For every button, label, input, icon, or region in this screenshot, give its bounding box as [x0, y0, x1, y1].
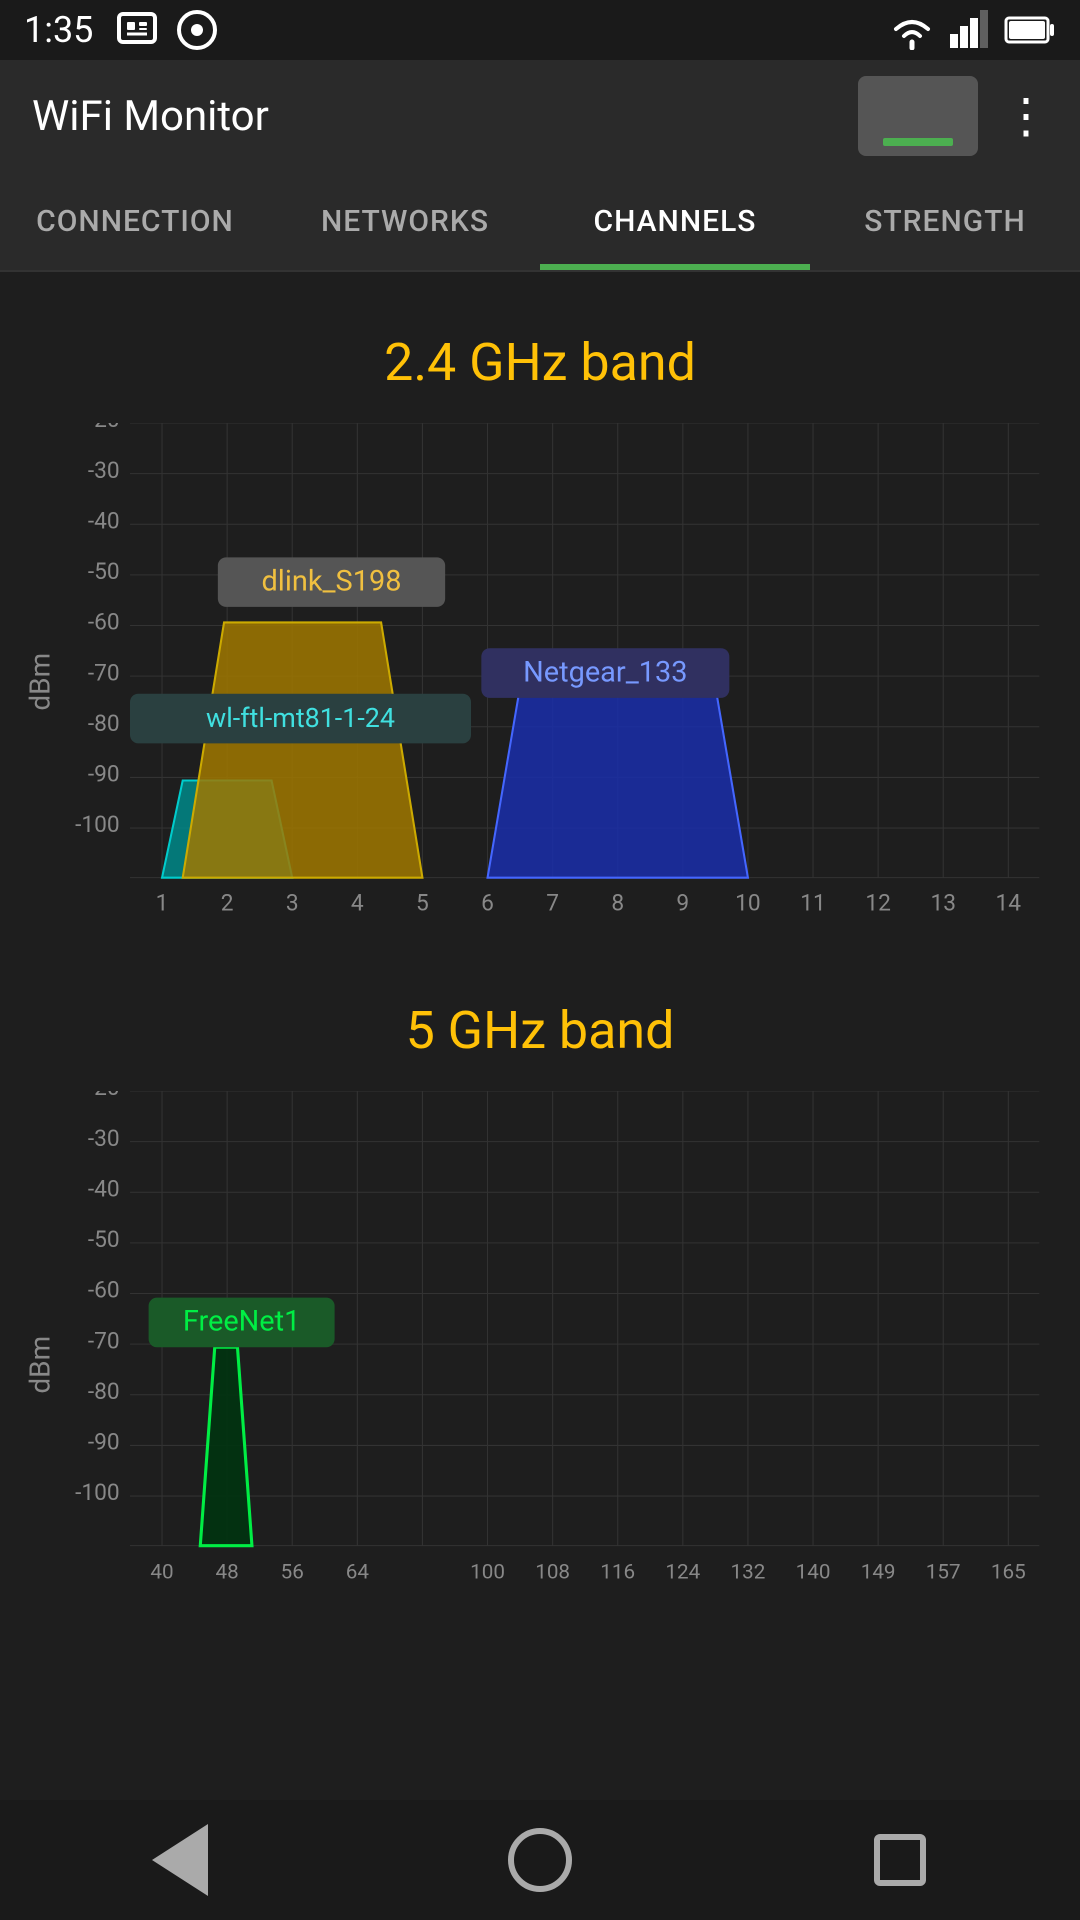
- notification-icon: [113, 6, 161, 54]
- svg-text:-40: -40: [88, 1175, 120, 1202]
- svg-text:7: 7: [546, 890, 559, 917]
- svg-text:11: 11: [800, 890, 826, 917]
- band-5-title: 5 GHz band: [0, 980, 1080, 1091]
- svg-text:13: 13: [930, 890, 956, 917]
- band-5-section: 5 GHz band dBm: [0, 980, 1080, 1639]
- tab-connection[interactable]: CONNECTION: [0, 172, 270, 270]
- svg-text:8: 8: [611, 890, 624, 917]
- svg-text:124: 124: [665, 1560, 700, 1584]
- status-left-icons: [113, 6, 221, 54]
- svg-text:-60: -60: [88, 1276, 120, 1303]
- svg-text:165: 165: [991, 1560, 1026, 1584]
- app-icon-2: [173, 6, 221, 54]
- svg-text:-100: -100: [75, 811, 120, 838]
- svg-text:-90: -90: [88, 761, 120, 788]
- app-title: WiFi Monitor: [32, 92, 269, 141]
- status-right-icons: [888, 10, 1056, 50]
- app-bar-actions: ⋮: [858, 76, 1048, 156]
- freenet1-label: FreeNet1: [183, 1304, 301, 1338]
- svg-text:64: 64: [346, 1560, 370, 1584]
- band-5-y-label: dBm: [20, 1091, 60, 1639]
- app-bar: WiFi Monitor ⋮: [0, 60, 1080, 172]
- bottom-nav: [0, 1800, 1080, 1920]
- svg-text:116: 116: [600, 1560, 635, 1584]
- svg-text:-100: -100: [75, 1479, 120, 1506]
- status-bar: 1:35: [0, 0, 1080, 60]
- svg-text:108: 108: [535, 1560, 570, 1584]
- home-icon: [508, 1828, 572, 1892]
- band-24-y-label: dBm: [20, 423, 60, 940]
- band-24-svg: -20 -30 -40 -50 -60 -70 -80 -90 -100: [68, 423, 1060, 940]
- svg-text:-50: -50: [88, 1226, 120, 1253]
- svg-text:-80: -80: [88, 710, 120, 737]
- svg-text:10: 10: [735, 890, 761, 917]
- svg-text:14: 14: [996, 890, 1022, 917]
- back-icon: [152, 1824, 208, 1896]
- svg-text:56: 56: [281, 1560, 304, 1584]
- status-time: 1:35: [24, 9, 93, 51]
- svg-text:5: 5: [416, 890, 429, 917]
- tab-bar: CONNECTION NETWORKS CHANNELS STRENGTH: [0, 172, 1080, 272]
- band-24-chart-wrapper: dBm -20: [0, 423, 1080, 940]
- signal-icon: [948, 10, 992, 50]
- netgear-label: Netgear_133: [523, 655, 687, 689]
- band-5-chart-wrapper: dBm -20: [0, 1091, 1080, 1639]
- svg-text:9: 9: [676, 890, 689, 917]
- svg-text:4: 4: [351, 890, 364, 917]
- svg-text:149: 149: [861, 1560, 896, 1584]
- svg-text:132: 132: [731, 1560, 766, 1584]
- screenshot-btn-indicator: [883, 138, 953, 146]
- svg-text:-20: -20: [88, 1091, 120, 1101]
- svg-text:157: 157: [926, 1560, 961, 1584]
- screenshot-button[interactable]: [858, 76, 978, 156]
- nav-recent-button[interactable]: [860, 1820, 940, 1900]
- svg-text:3: 3: [286, 890, 299, 917]
- nav-back-button[interactable]: [140, 1820, 220, 1900]
- band-5-svg: -20 -30 -40 -50 -60 -70 -80 -90 -100: [68, 1091, 1060, 1639]
- svg-text:140: 140: [796, 1560, 831, 1584]
- svg-text:48: 48: [216, 1560, 239, 1584]
- svg-text:-60: -60: [88, 609, 120, 636]
- svg-text:100: 100: [470, 1560, 505, 1584]
- band-24-title: 2.4 GHz band: [0, 312, 1080, 423]
- svg-text:-40: -40: [88, 507, 120, 534]
- svg-text:-30: -30: [88, 1124, 120, 1151]
- tab-networks[interactable]: NETWORKS: [270, 172, 540, 270]
- svg-text:2: 2: [221, 890, 234, 917]
- band-5-chart: -20 -30 -40 -50 -60 -70 -80 -90 -100: [68, 1091, 1060, 1639]
- wl-label: wl-ftl-mt81-1-24: [206, 702, 395, 734]
- svg-text:1: 1: [156, 890, 169, 917]
- recent-icon: [874, 1834, 926, 1886]
- band-24-chart: -20 -30 -40 -50 -60 -70 -80 -90 -100: [68, 423, 1060, 940]
- svg-text:-80: -80: [88, 1378, 120, 1405]
- tab-strength[interactable]: STRENGTH: [810, 172, 1080, 270]
- svg-text:-70: -70: [88, 659, 120, 686]
- svg-text:-90: -90: [88, 1428, 120, 1455]
- wifi-status-icon: [888, 10, 936, 50]
- tab-channels[interactable]: CHANNELS: [540, 172, 810, 270]
- battery-icon: [1004, 12, 1056, 48]
- svg-text:6: 6: [481, 890, 494, 917]
- spacer: [0, 1678, 1080, 1798]
- svg-text:-30: -30: [88, 457, 120, 484]
- main-content: 2.4 GHz band dBm: [0, 272, 1080, 1818]
- nav-home-button[interactable]: [500, 1820, 580, 1900]
- svg-text:12: 12: [865, 890, 891, 917]
- svg-text:-50: -50: [88, 558, 120, 585]
- dlink-label: dlink_S198: [262, 564, 402, 598]
- svg-text:-20: -20: [88, 423, 120, 433]
- band-24-section: 2.4 GHz band dBm: [0, 312, 1080, 940]
- svg-text:40: 40: [150, 1560, 173, 1584]
- svg-text:-70: -70: [88, 1327, 120, 1354]
- more-options-button[interactable]: ⋮: [1002, 92, 1048, 140]
- network-netgear-shape: [488, 696, 748, 878]
